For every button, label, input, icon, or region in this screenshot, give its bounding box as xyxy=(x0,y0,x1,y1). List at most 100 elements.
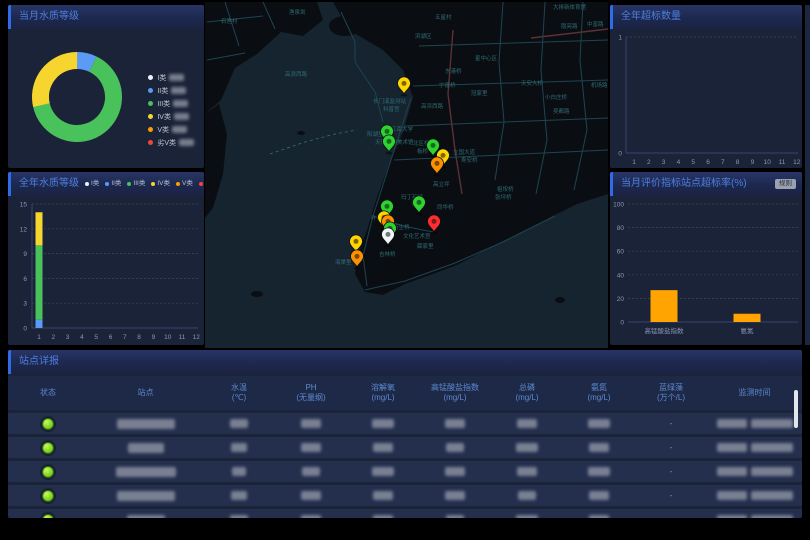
panel-annual-grade-title: 全年水质等级 I类 II类 III类 IV类 V类 劣V类 xyxy=(8,172,204,196)
map-place-label: 薛家里 xyxy=(417,242,434,250)
y-tick-label: 40 xyxy=(617,272,625,279)
y-tick-label: 0 xyxy=(23,326,27,333)
value-redacted xyxy=(589,491,609,500)
legend-item-IV类[interactable]: IV类 xyxy=(151,172,170,196)
cell-水温 xyxy=(203,515,275,518)
map-place-label: 宁德桥 xyxy=(439,81,456,89)
x-tick-label: 2 xyxy=(51,334,55,341)
status-dot-green xyxy=(42,466,54,478)
column-header-蓝绿藻: 蓝绿藻(万个/L) xyxy=(635,383,707,403)
rule-badge-button[interactable]: 规则 xyxy=(775,179,796,189)
panel-title-text: 当月水质等级 xyxy=(19,5,79,29)
legend-value-redacted xyxy=(174,113,189,120)
cell-PH xyxy=(275,515,347,518)
cell-总磷 xyxy=(491,443,563,452)
panel-exceed-rate: 当月评价指标站点超标率(%) 规则 020406080100高锰酸盐指数氨氮 xyxy=(610,172,802,345)
legend-item-II类[interactable]: II类 xyxy=(105,172,121,196)
legend-item-劣V类[interactable]: 劣V类 xyxy=(148,136,194,149)
legend-item-劣V类[interactable]: 劣V类 xyxy=(199,172,204,196)
cell-站点 xyxy=(88,491,203,501)
legend-item-II类[interactable]: II类 xyxy=(148,84,194,97)
map-place-label: 同华桥 xyxy=(437,203,454,211)
pin-hole xyxy=(432,219,437,224)
column-label: 水温 xyxy=(203,383,275,393)
value-redacted xyxy=(373,491,393,500)
table-row: - xyxy=(8,509,802,518)
legend-dot xyxy=(148,88,153,93)
legend-value-redacted xyxy=(169,74,184,81)
cell-站点 xyxy=(88,515,203,519)
legend-dot xyxy=(176,182,180,186)
cell-状态 xyxy=(8,466,88,478)
column-unit: (mg/L) xyxy=(491,393,563,403)
legend-value-redacted xyxy=(171,87,186,94)
map-place-label: 张坪桥 xyxy=(495,193,512,201)
map[interactable]: 石渔村渔泉圳五星村大排新体育馆隐亮路中富路浜湖区星中心区东港桥宁德桥冠家里高浪西… xyxy=(205,2,608,348)
map-place-label: 石渔村 xyxy=(221,17,238,25)
legend-dot xyxy=(148,75,153,80)
stack-segment-II类 xyxy=(36,320,43,328)
table-scrollbar[interactable] xyxy=(794,390,798,428)
cell-PH xyxy=(275,443,347,452)
cell-氨氮 xyxy=(563,467,635,476)
table-header: 状态站点水温(℃)PH(无量纲)溶解氧(mg/L)高锰酸盐指数(mg/L)总磷(… xyxy=(8,376,802,410)
pin-hole xyxy=(385,204,390,209)
map-place-label: 小白庄桥 xyxy=(545,93,568,101)
cell-蓝绿藻: - xyxy=(635,515,707,518)
map-place-label: 浜湖区 xyxy=(415,32,432,40)
x-tick-label: 3 xyxy=(662,159,666,166)
table-row: - xyxy=(8,437,802,458)
map-place-label: 高立坪 xyxy=(433,180,450,188)
map-island xyxy=(329,16,361,36)
panel-title-text: 全年水质等级 xyxy=(19,172,79,196)
legend-label: II类 xyxy=(111,172,121,196)
panel-monthly-grade-title: 当月水质等级 xyxy=(8,5,204,29)
legend-item-I类[interactable]: I类 xyxy=(85,172,99,196)
x-tick-label: 5 xyxy=(691,159,695,166)
legend-item-III类[interactable]: III类 xyxy=(127,172,145,196)
value-redacted xyxy=(445,467,465,476)
x-tick-label: 4 xyxy=(677,159,681,166)
column-label: 站点 xyxy=(88,388,203,398)
y-tick-label: 60 xyxy=(617,249,625,256)
map-place-label: 祖垵桥 xyxy=(497,185,514,193)
panel-station-table: 站点详报 状态站点水温(℃)PH(无量纲)溶解氧(mg/L)高锰酸盐指数(mg/… xyxy=(8,350,802,518)
legend-item-V类[interactable]: V类 xyxy=(176,172,193,196)
cell-监测时间 xyxy=(707,491,802,500)
table-row: - xyxy=(8,413,802,434)
cell-水温 xyxy=(203,443,275,452)
panel-exceed-count-title: 全年超标数量 xyxy=(610,5,802,29)
cell-总磷 xyxy=(491,419,563,428)
map-place-label: 海棠里 xyxy=(335,258,352,266)
y-tick-label: 12 xyxy=(20,226,28,233)
value-redacted xyxy=(518,491,536,500)
legend-label: IV类 xyxy=(157,112,171,122)
map-canvas[interactable]: 石渔村渔泉圳五星村大排新体育馆隐亮路中富路浜湖区星中心区东港桥宁德桥冠家里高浪西… xyxy=(205,2,608,348)
value-redacted xyxy=(301,443,321,452)
map-place-label: 中富路 xyxy=(587,20,604,28)
x-tick-label: 9 xyxy=(152,334,156,341)
column-label: 监测时间 xyxy=(707,388,802,398)
column-header-PH: PH(无量纲) xyxy=(275,383,347,403)
stack-segment-IV类 xyxy=(36,212,43,245)
value-redacted xyxy=(230,515,248,518)
legend-item-V类[interactable]: V类 xyxy=(148,123,194,136)
x-tick-label: 1 xyxy=(37,334,41,341)
legend-item-IV类[interactable]: IV类 xyxy=(148,110,194,123)
map-place-label: 冠家里 xyxy=(471,89,488,97)
map-island xyxy=(366,17,384,43)
legend-item-III类[interactable]: III类 xyxy=(148,97,194,110)
y-tick-label: 1 xyxy=(618,35,622,42)
column-label: 溶解氧 xyxy=(347,383,419,393)
legend-dot xyxy=(127,182,131,186)
legend-item-I类[interactable]: I类 xyxy=(148,71,194,84)
date-redacted xyxy=(717,491,747,500)
map-place-label: 五星村 xyxy=(435,13,452,21)
legend-dot xyxy=(85,182,89,186)
y-tick-label: 0 xyxy=(620,320,624,327)
x-tick-label: 8 xyxy=(137,334,141,341)
map-place-label: 吴都路 xyxy=(553,107,570,115)
pin-hole xyxy=(435,161,440,166)
bar-category-label: 高锰酸盐指数 xyxy=(645,326,685,335)
cell-PH xyxy=(275,467,347,476)
